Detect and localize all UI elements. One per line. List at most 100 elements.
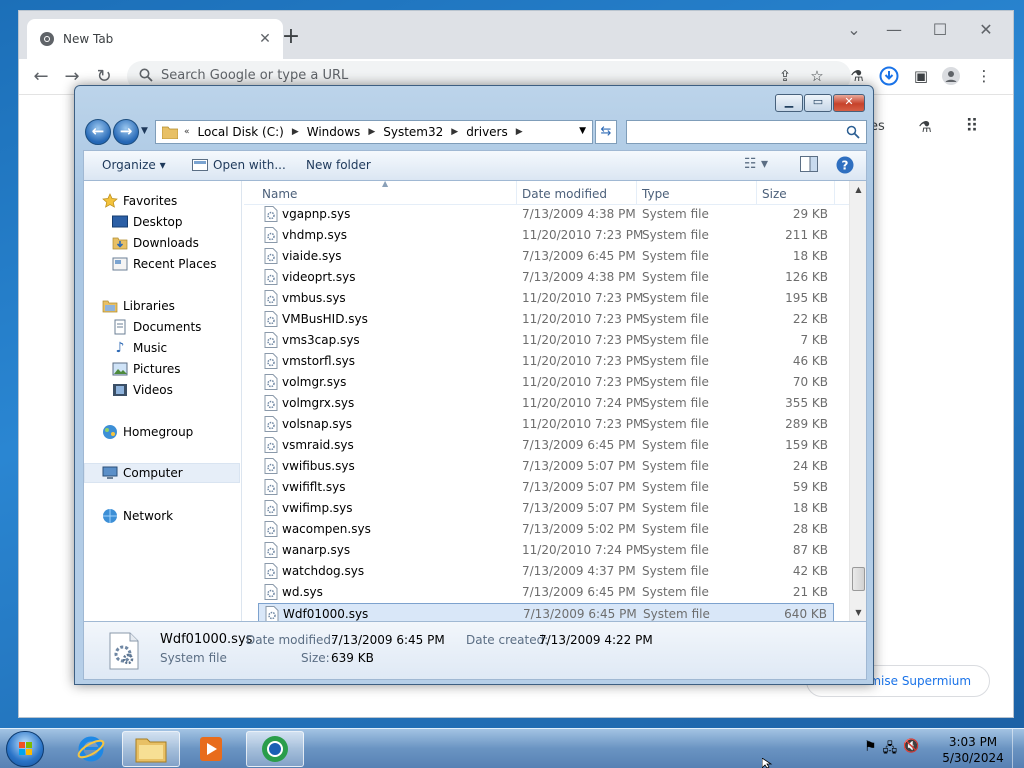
- taskbar-internet-explorer[interactable]: [62, 731, 120, 767]
- file-row[interactable]: viaide.sys 7/13/2009 6:45 PM System file 18…: [258, 246, 834, 267]
- file-row[interactable]: VMBusHID.sys 11/20/2010 7:23 PM System fil…: [258, 309, 834, 330]
- organize-menu[interactable]: Organize ▾: [102, 158, 166, 172]
- nav-network[interactable]: Network: [102, 506, 173, 526]
- new-folder-button[interactable]: New folder: [306, 158, 371, 172]
- column-divider[interactable]: [636, 181, 637, 205]
- scroll-up-arrow-icon[interactable]: ▲: [850, 181, 866, 198]
- dialog-search-input[interactable]: [627, 121, 842, 143]
- nav-recent-places[interactable]: Recent Places: [112, 254, 216, 274]
- dialog-search-box[interactable]: [626, 120, 867, 144]
- nav-documents[interactable]: Documents: [112, 317, 201, 337]
- file-row[interactable]: wacompen.sys 7/13/2009 5:02 PM System file…: [258, 519, 834, 540]
- help-icon[interactable]: ?: [836, 156, 854, 177]
- volume-muted-icon[interactable]: 🔇: [903, 739, 919, 761]
- close-button[interactable]: ✕: [963, 15, 1009, 45]
- action-center-flag-icon[interactable]: ⚑: [864, 739, 877, 761]
- taskbar-clock[interactable]: 3:03 PM 5/30/2024: [940, 734, 1006, 766]
- address-overflow-chevron[interactable]: «: [184, 127, 190, 137]
- address-bar[interactable]: « Local Disk (C:) ▶ Windows ▶ System32 ▶…: [155, 120, 593, 144]
- new-tab-button[interactable]: +: [277, 24, 305, 52]
- column-type[interactable]: Type: [642, 187, 670, 201]
- breadcrumb-drivers[interactable]: drivers: [466, 125, 508, 139]
- file-row[interactable]: volmgr.sys 11/20/2010 7:23 PM System file 7…: [258, 372, 834, 393]
- file-row[interactable]: vms3cap.sys 11/20/2010 7:23 PM System file…: [258, 330, 834, 351]
- menu-kebab-icon[interactable]: ⋮: [974, 66, 994, 86]
- vertical-scrollbar[interactable]: ▲ ▼: [849, 181, 866, 621]
- breadcrumb-separator-icon[interactable]: ▶: [451, 127, 458, 137]
- bookmark-star-icon[interactable]: ☆: [807, 66, 827, 86]
- nav-downloads[interactable]: Downloads: [112, 233, 199, 253]
- nav-computer[interactable]: Computer: [84, 463, 240, 483]
- maximize-button[interactable]: ☐: [917, 15, 963, 45]
- dialog-close-button[interactable]: ✕: [833, 94, 865, 112]
- taskbar-explorer[interactable]: [122, 731, 180, 767]
- start-button[interactable]: [6, 731, 44, 767]
- apps-grid-icon[interactable]: ⠿: [962, 117, 982, 137]
- recent-pages-dropdown[interactable]: ▼: [141, 126, 148, 136]
- side-panel-icon[interactable]: ▣: [911, 66, 931, 86]
- file-row[interactable]: vwifimp.sys 7/13/2009 5:07 PM System file 1…: [258, 498, 834, 519]
- breadcrumb-system32[interactable]: System32: [383, 125, 443, 139]
- file-row[interactable]: vsmraid.sys 7/13/2009 6:45 PM System file 1…: [258, 435, 834, 456]
- breadcrumb-separator-icon[interactable]: ▶: [368, 127, 375, 137]
- view-options-icon[interactable]: ☷ ▾: [744, 156, 768, 172]
- nav-homegroup[interactable]: Homegroup: [102, 422, 193, 442]
- profile-avatar-icon[interactable]: [941, 66, 961, 86]
- file-row[interactable]: wd.sys 7/13/2009 6:45 PM System file 21 KB: [258, 582, 834, 603]
- refresh-button[interactable]: ⇆: [595, 120, 617, 144]
- file-row[interactable]: wanarp.sys 11/20/2010 7:24 PM System file 8…: [258, 540, 834, 561]
- column-divider[interactable]: [834, 181, 835, 205]
- nav-desktop[interactable]: Desktop: [112, 212, 183, 232]
- column-divider[interactable]: [516, 181, 517, 205]
- dialog-back-button[interactable]: ←: [85, 119, 111, 145]
- browser-tab[interactable]: New Tab ✕: [27, 19, 283, 59]
- column-size[interactable]: Size: [762, 187, 787, 201]
- minimize-button[interactable]: —: [871, 15, 917, 45]
- file-row[interactable]: volsnap.sys 11/20/2010 7:23 PM System file…: [258, 414, 834, 435]
- breadcrumb-separator-icon[interactable]: ▶: [516, 127, 523, 137]
- file-row[interactable]: vmstorfl.sys 11/20/2010 7:23 PM System fil…: [258, 351, 834, 372]
- file-row[interactable]: watchdog.sys 7/13/2009 4:37 PM System file…: [258, 561, 834, 582]
- taskbar-supermium[interactable]: [246, 731, 304, 767]
- file-row[interactable]: vmbus.sys 11/20/2010 7:23 PM System file 19…: [258, 288, 834, 309]
- search-icon[interactable]: [846, 125, 860, 139]
- scrollbar-thumb[interactable]: [852, 567, 865, 591]
- breadcrumb-separator-icon[interactable]: ▶: [292, 127, 299, 137]
- show-desktop-button[interactable]: [1012, 729, 1024, 768]
- column-divider[interactable]: [756, 181, 757, 205]
- column-date-modified[interactable]: Date modified: [522, 187, 607, 201]
- open-with-button[interactable]: Open with...: [192, 158, 286, 172]
- nav-libraries[interactable]: Libraries: [102, 296, 175, 316]
- file-name: viaide.sys: [282, 249, 342, 263]
- breadcrumb-local-disk[interactable]: Local Disk (C:): [198, 125, 284, 139]
- breadcrumb-windows[interactable]: Windows: [307, 125, 361, 139]
- back-button[interactable]: ←: [27, 63, 55, 91]
- nav-music[interactable]: ♪ Music: [112, 338, 168, 358]
- share-icon[interactable]: ⇪: [775, 66, 795, 86]
- nav-favorites[interactable]: Favorites: [102, 191, 177, 211]
- column-name[interactable]: Name: [262, 187, 297, 201]
- address-dropdown-icon[interactable]: ▼: [579, 126, 586, 136]
- tab-close-icon[interactable]: ✕: [257, 31, 273, 47]
- file-row[interactable]: Wdf01000.sys 7/13/2009 6:45 PM System file…: [258, 603, 834, 621]
- download-icon[interactable]: [879, 66, 899, 86]
- dialog-maximize-button[interactable]: ▭: [804, 94, 832, 112]
- file-row[interactable]: vwifibus.sys 7/13/2009 5:07 PM System file…: [258, 456, 834, 477]
- labs-flask-icon[interactable]: ⚗: [847, 66, 867, 86]
- system-file-icon: [264, 437, 278, 453]
- dialog-forward-button[interactable]: →: [113, 119, 139, 145]
- file-row[interactable]: vhdmp.sys 11/20/2010 7:23 PM System file 21…: [258, 225, 834, 246]
- network-status-icon[interactable]: 🖧: [883, 739, 898, 761]
- nav-label: Libraries: [123, 299, 175, 313]
- file-row[interactable]: vgapnp.sys 7/13/2009 4:38 PM System file 29…: [258, 204, 834, 225]
- nav-videos[interactable]: Videos: [112, 380, 173, 400]
- file-row[interactable]: volmgrx.sys 11/20/2010 7:24 PM System file…: [258, 393, 834, 414]
- taskbar-media-player[interactable]: [182, 731, 240, 767]
- dialog-minimize-button[interactable]: ▁: [775, 94, 803, 112]
- nav-pictures[interactable]: Pictures: [112, 359, 181, 379]
- file-row[interactable]: videoprt.sys 7/13/2009 4:38 PM System file…: [258, 267, 834, 288]
- file-row[interactable]: vwififlt.sys 7/13/2009 5:07 PM System file…: [258, 477, 834, 498]
- labs-icon[interactable]: ⚗: [915, 117, 935, 137]
- scroll-down-arrow-icon[interactable]: ▼: [850, 604, 866, 621]
- preview-pane-icon[interactable]: [800, 156, 818, 175]
